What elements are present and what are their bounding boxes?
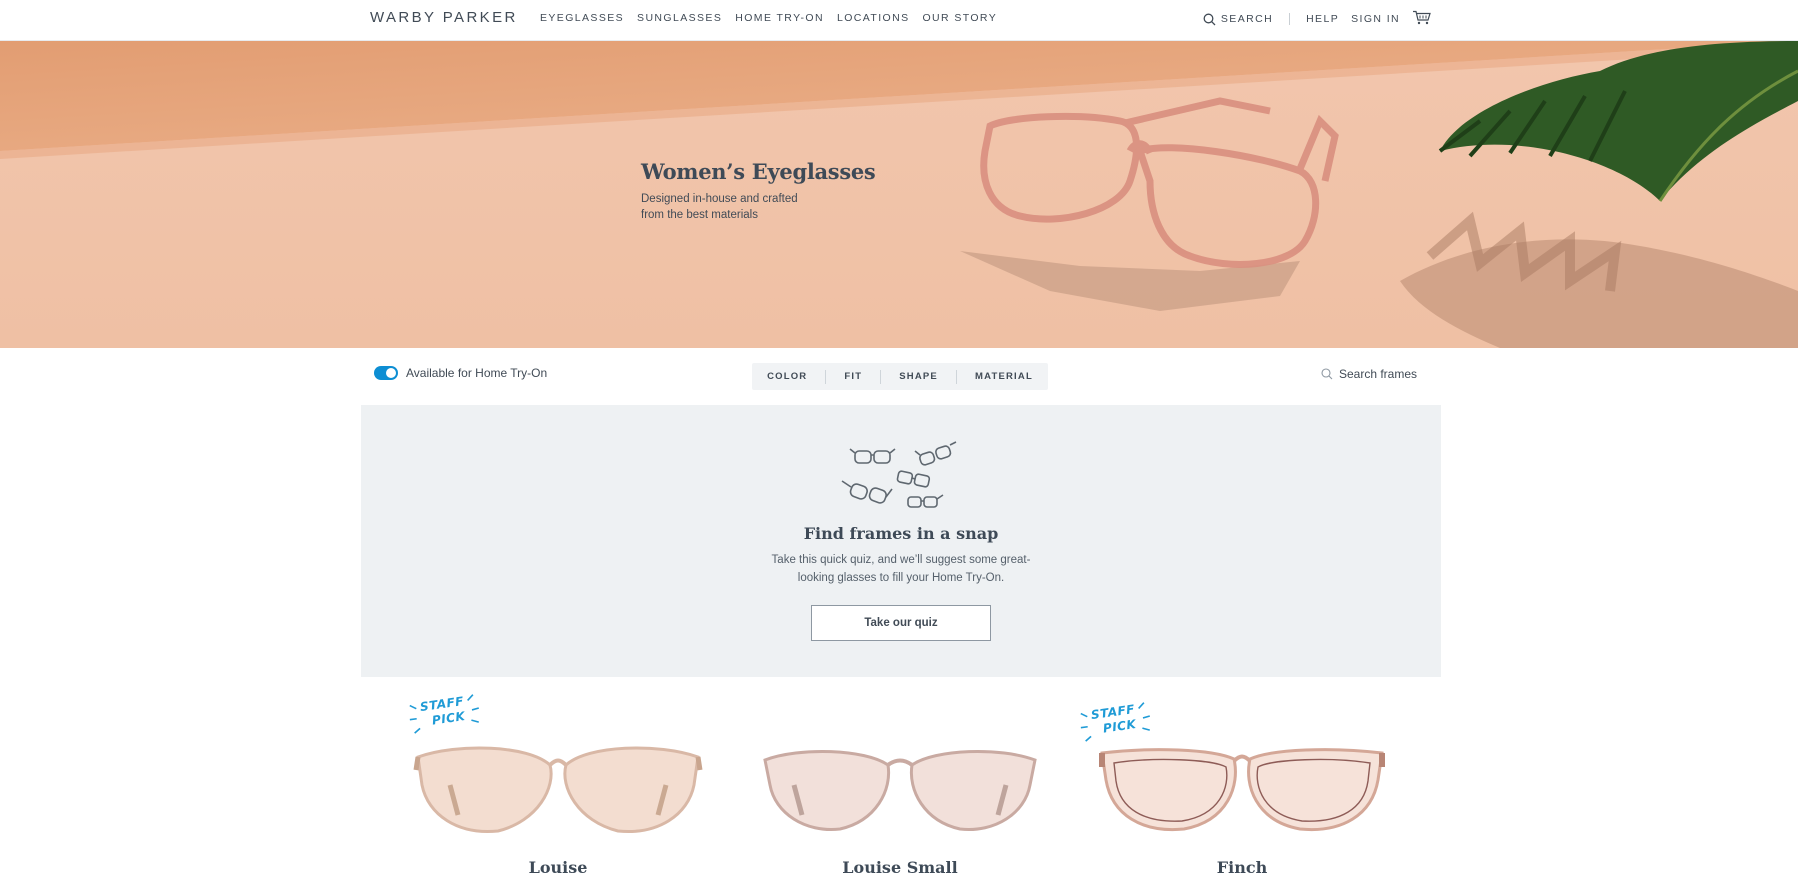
cart-button[interactable] — [1412, 10, 1432, 28]
product-name: Finch — [1216, 858, 1268, 877]
site-header: WARBY PARKER EYEGLASSES SUNGLASSES HOME … — [0, 0, 1798, 41]
product-image — [1099, 748, 1385, 832]
page-title: Women’s Eyeglasses — [641, 159, 876, 184]
hero-subtitle-line: Designed in-house and crafted — [641, 193, 798, 205]
product-card-finch[interactable]: STAFF PICK Finch — [1072, 685, 1412, 881]
product-name: Louise Small — [842, 858, 958, 877]
staff-pick-badge: STAFF PICK — [1080, 702, 1151, 742]
search-icon — [1203, 13, 1216, 25]
glasses-illustration — [841, 441, 957, 508]
product-image — [763, 749, 1037, 831]
filter-bar: Available for Home Try-On COLOR FIT SHAP… — [0, 348, 1798, 403]
search-icon — [1321, 368, 1333, 380]
brand-logo[interactable]: WARBY PARKER — [370, 9, 518, 26]
home-try-on-toggle[interactable]: Available for Home Try-On — [374, 366, 547, 380]
staff-pick-burst-icon — [409, 694, 480, 734]
hero-subtitle-line: from the best materials — [641, 209, 758, 221]
filter-shape-button[interactable]: SHAPE — [881, 369, 957, 384]
search-frames-input[interactable]: Search frames — [1321, 367, 1417, 381]
search-frames-placeholder: Search frames — [1338, 367, 1417, 381]
help-link[interactable]: HELP — [1306, 13, 1339, 25]
filter-group: COLOR FIT SHAPE MATERIAL — [752, 363, 1048, 390]
divider — [1289, 13, 1291, 25]
hero-banner: Women’s Eyeglasses Designed in-house and… — [0, 41, 1798, 348]
toggle-switch[interactable] — [374, 366, 398, 380]
quiz-description: Take this quick quiz, and we’ll suggest … — [771, 554, 1031, 584]
quiz-title: Find frames in a snap — [803, 524, 999, 543]
filter-color-button[interactable]: COLOR — [749, 369, 827, 384]
sign-in-link[interactable]: SIGN IN — [1351, 13, 1400, 25]
main-nav: EYEGLASSES SUNGLASSES HOME TRY-ON LOCATI… — [540, 12, 997, 24]
toggle-knob — [386, 368, 396, 378]
hero-background-image — [0, 41, 1798, 348]
take-quiz-button[interactable]: Take our quiz — [811, 605, 991, 641]
product-card-louise-small[interactable]: Louise Small — [730, 685, 1070, 881]
filter-fit-button[interactable]: FIT — [826, 369, 882, 384]
quiz-promo: Find frames in a snap Take this quick qu… — [361, 405, 1441, 677]
header-search-button[interactable]: SEARCH — [1203, 13, 1273, 26]
staff-pick-badge: STAFF PICK — [409, 694, 480, 734]
nav-our-story[interactable]: OUR STORY — [922, 12, 997, 24]
utility-nav: SEARCH HELP SIGN IN — [1203, 10, 1432, 28]
cart-icon — [1413, 10, 1431, 25]
nav-home-try-on[interactable]: HOME TRY-ON — [735, 12, 824, 24]
toggle-label: Available for Home Try-On — [406, 366, 548, 380]
product-image — [413, 746, 703, 834]
nav-eyeglasses[interactable]: EYEGLASSES — [540, 12, 624, 24]
filter-material-button[interactable]: MATERIAL — [957, 370, 1051, 384]
product-card-louise[interactable]: STAFF PICK Louise — [388, 685, 728, 881]
hero-subtitle: Designed in-house and crafted from the b… — [641, 191, 831, 223]
header-search-label: SEARCH — [1220, 13, 1274, 25]
nav-locations[interactable]: LOCATIONS — [837, 12, 910, 24]
nav-sunglasses[interactable]: SUNGLASSES — [637, 12, 722, 24]
product-name: Louise — [528, 858, 588, 877]
